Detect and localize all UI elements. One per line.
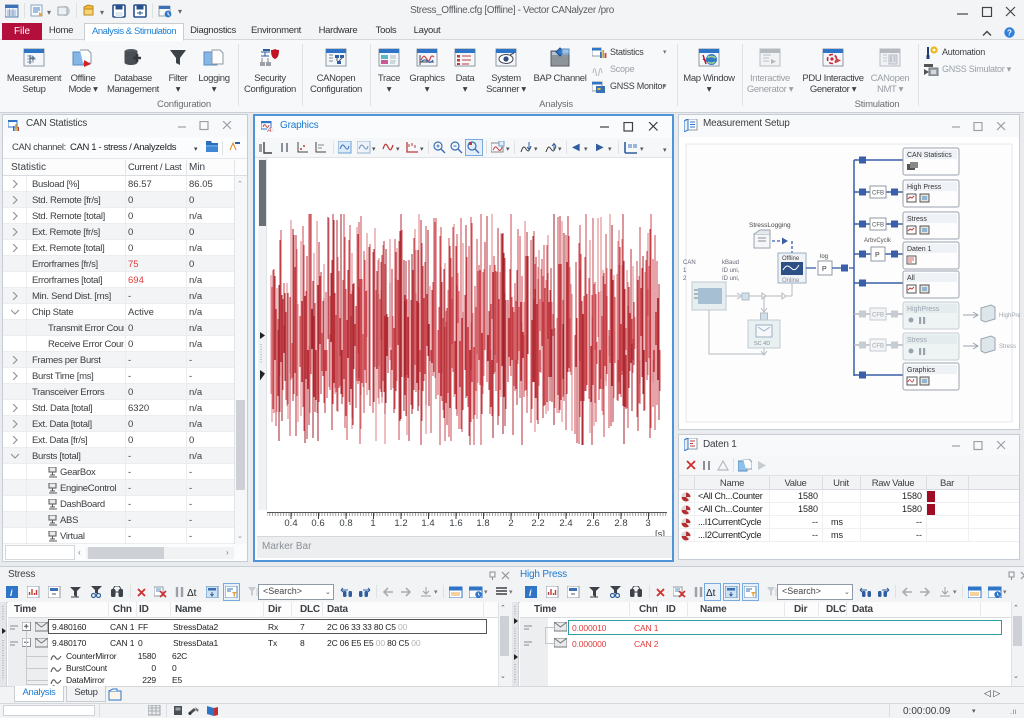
svg-text:ArbvCyclk: ArbvCyclk — [864, 238, 892, 244]
svg-text:High Press: High Press — [907, 184, 942, 191]
svg-text:?: ? — [1007, 29, 1012, 38]
svg-text:Offline: Offline — [782, 256, 800, 262]
svg-text:log: log — [820, 254, 828, 260]
svg-text:Stress: Stress — [999, 344, 1016, 350]
svg-text:SC 4D: SC 4D — [754, 341, 770, 347]
svg-text:Δt: Δt — [706, 588, 716, 598]
svg-text:Stress: Stress — [907, 216, 927, 223]
svg-text:StressLogging: StressLogging — [749, 222, 791, 229]
svg-text:HighPress: HighPress — [999, 313, 1020, 319]
svg-text:Daten 1: Daten 1 — [907, 246, 932, 253]
svg-text:CAN: CAN — [683, 260, 696, 266]
svg-text:Stress: Stress — [907, 337, 927, 344]
svg-text:Online: Online — [782, 278, 800, 284]
svg-text:P: P — [822, 266, 827, 273]
svg-text:Δt: Δt — [187, 588, 197, 598]
svg-text:Graphics: Graphics — [907, 367, 936, 374]
svg-text:CFB: CFB — [872, 191, 884, 197]
svg-text:CFB: CFB — [872, 313, 884, 319]
svg-text:HighPress: HighPress — [907, 306, 940, 313]
svg-text:P: P — [875, 252, 880, 259]
svg-text:CFB: CFB — [872, 344, 884, 350]
svg-text:ID uni,: ID uni, — [722, 268, 740, 274]
svg-text:kBaud: kBaud — [722, 260, 739, 266]
svg-text:CFB: CFB — [872, 223, 884, 229]
svg-text:ID uni,: ID uni, — [722, 276, 740, 282]
svg-text:All: All — [907, 275, 915, 282]
svg-text:CAN Statistics: CAN Statistics — [907, 152, 952, 159]
